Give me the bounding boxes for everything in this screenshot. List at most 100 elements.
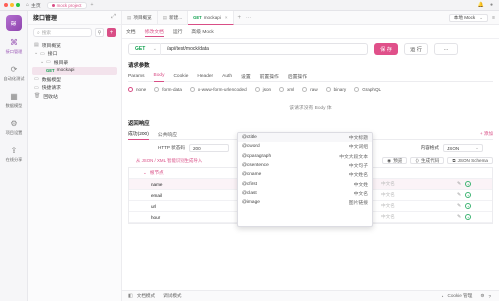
response-tab-1[interactable]: 公共响应 bbox=[158, 129, 177, 140]
more-actions-button[interactable]: … bbox=[434, 43, 458, 55]
mock-option[interactable]: @cparagraph 中文大段文本 bbox=[238, 152, 372, 161]
tree-item[interactable]: ⌄ ▭ 接口 bbox=[32, 50, 117, 59]
rail-item-4[interactable]: ⇪ 在线分享 bbox=[0, 145, 28, 163]
radio-button[interactable] bbox=[189, 87, 195, 92]
field-desc[interactable]: 中文名 bbox=[381, 203, 421, 209]
content-type-select[interactable]: JSON ⌄ bbox=[443, 144, 483, 152]
expand-sidebar-icon[interactable]: ⤢ bbox=[111, 14, 116, 21]
edit-icon[interactable]: ✎ bbox=[457, 203, 461, 209]
mock-option[interactable]: @cword 中文词组 bbox=[238, 142, 372, 151]
subtab-1[interactable]: 修改文档 bbox=[144, 27, 164, 37]
root-expand-icon[interactable]: ⌄ bbox=[143, 170, 147, 176]
subtab-2[interactable]: 运行 bbox=[173, 27, 183, 37]
user-avatar[interactable]: ● bbox=[490, 2, 493, 8]
mock-option[interactable]: @image 图片链接 bbox=[238, 198, 372, 207]
new-window-tab-button[interactable]: + bbox=[91, 2, 94, 8]
param-tab-6[interactable]: 前置操作 bbox=[260, 71, 279, 82]
radio-button[interactable] bbox=[154, 87, 160, 92]
chevron-down-icon[interactable]: ⌄ bbox=[40, 60, 44, 65]
home-icon[interactable]: ⌂ bbox=[26, 2, 29, 8]
body-type-option[interactable]: xml bbox=[279, 87, 294, 92]
json-schema-button[interactable]: ⧉ JSON Schema bbox=[447, 157, 493, 164]
search-input[interactable]: 搜索 bbox=[42, 30, 51, 36]
bell-icon[interactable]: 🔔 bbox=[478, 2, 484, 8]
gen-code-button[interactable]: ⟨⟩ 生成代码 bbox=[410, 157, 445, 164]
home-tab[interactable]: 主页 bbox=[31, 2, 41, 9]
mock-option[interactable]: @csentence 中文句子 bbox=[238, 161, 372, 170]
subtab-0[interactable]: 文档 bbox=[126, 27, 136, 37]
method-select[interactable]: GET ⌄ bbox=[129, 43, 161, 55]
preview-button[interactable]: ◉ 预览 bbox=[382, 157, 408, 164]
chevron-down-icon[interactable]: ⌄ bbox=[34, 51, 38, 56]
save-button[interactable]: 保 存 bbox=[374, 43, 398, 55]
body-type-option[interactable]: binary bbox=[325, 87, 346, 92]
status-mode-0[interactable]: 文档模式 bbox=[137, 293, 155, 299]
response-tab-0[interactable]: 成功(200) bbox=[128, 129, 149, 140]
minimize-window-button[interactable] bbox=[10, 3, 14, 7]
close-window-button[interactable] bbox=[4, 3, 8, 7]
param-tab-1[interactable]: Body bbox=[153, 71, 165, 82]
status-mode-1[interactable]: 调试模式 bbox=[163, 293, 181, 299]
cookie-manager-link[interactable]: Cookie 管理 bbox=[448, 293, 473, 299]
radio-button[interactable] bbox=[325, 87, 331, 92]
mock-option[interactable]: @ctitle 中文标题 bbox=[238, 133, 372, 143]
radio-button[interactable] bbox=[302, 87, 308, 92]
rail-item-0[interactable]: ⌘ 接口管理 bbox=[0, 37, 28, 55]
rail-item-2[interactable]: ▦ 数据模型 bbox=[0, 91, 28, 109]
param-tab-3[interactable]: Header bbox=[197, 71, 213, 82]
close-icon[interactable]: × bbox=[225, 15, 228, 20]
env-select[interactable]: 本地 Mock ⌄ bbox=[448, 13, 489, 22]
radio-button[interactable] bbox=[254, 87, 260, 92]
field-desc[interactable]: 中文名 bbox=[381, 181, 421, 187]
body-type-option[interactable]: json bbox=[254, 87, 271, 92]
sidebar-search-box[interactable]: ⌕ 搜索 bbox=[33, 28, 92, 37]
add-child-icon[interactable]: + bbox=[465, 192, 472, 198]
field-desc[interactable]: 中文名 bbox=[381, 214, 421, 220]
edit-icon[interactable]: ✎ bbox=[457, 181, 461, 187]
project-tab[interactable]: mock project bbox=[46, 1, 87, 9]
body-type-option[interactable]: none bbox=[128, 87, 146, 92]
json-import-link[interactable]: 从 JSON / XML 智能识别生成导入 bbox=[136, 158, 202, 164]
rail-item-1[interactable]: ⟳ 自动化测试 bbox=[0, 64, 28, 82]
tab-2[interactable]: GET mockapi × bbox=[188, 10, 234, 25]
add-child-icon[interactable]: + bbox=[465, 214, 472, 220]
radio-button[interactable] bbox=[128, 87, 133, 92]
http-status-input[interactable]: 200 bbox=[188, 144, 229, 152]
tree-item[interactable]: ▭ 快捷请求 bbox=[32, 84, 117, 93]
help-icon[interactable]: ? bbox=[488, 294, 491, 299]
param-tab-4[interactable]: Auth bbox=[222, 71, 232, 82]
body-type-option[interactable]: raw bbox=[302, 87, 318, 92]
mock-option[interactable]: @clast 中文名 bbox=[238, 189, 372, 198]
mock-option[interactable]: @cname 中文姓名 bbox=[238, 170, 372, 179]
tab-1[interactable]: ▤ 新建... bbox=[158, 10, 189, 25]
tree-item[interactable]: ▭ 数据模型 bbox=[32, 75, 117, 84]
add-item-button[interactable]: + bbox=[107, 28, 116, 37]
edit-icon[interactable]: ✎ bbox=[457, 192, 461, 198]
tree-item[interactable]: 🗑 回收站 bbox=[32, 92, 117, 101]
tab-0[interactable]: ▤ 项目概览 bbox=[122, 10, 158, 25]
settings-icon[interactable]: ⚙ bbox=[480, 293, 484, 299]
tree-item[interactable]: ⌄ ▭ 根目录 bbox=[32, 58, 117, 67]
new-tab-button[interactable]: + bbox=[238, 15, 242, 21]
url-input[interactable]: /api/test/mock/data bbox=[161, 46, 209, 52]
radio-button[interactable] bbox=[354, 87, 360, 92]
layout-icon[interactable]: ◧ bbox=[128, 293, 133, 299]
rail-item-3[interactable]: ⚙ 项目设置 bbox=[0, 118, 28, 136]
param-tab-2[interactable]: Cookie bbox=[173, 71, 188, 82]
menu-icon[interactable]: ≡ bbox=[492, 15, 495, 21]
add-child-icon[interactable]: + bbox=[465, 203, 472, 209]
body-type-option[interactable]: x-www-form-urlencoded bbox=[189, 87, 247, 92]
filter-icon[interactable]: ⚲ bbox=[95, 28, 104, 37]
body-type-option[interactable]: GraphQL bbox=[354, 87, 381, 92]
tree-item[interactable]: ▤ 项目概览 bbox=[32, 41, 117, 50]
run-button[interactable]: 运 行 bbox=[404, 43, 428, 55]
add-response-button[interactable]: + 添加 bbox=[480, 131, 493, 137]
field-desc[interactable]: 中文名 bbox=[381, 192, 421, 198]
edit-icon[interactable]: ✎ bbox=[457, 214, 461, 220]
tree-item[interactable]: GET mockapi bbox=[32, 66, 117, 75]
maximize-window-button[interactable] bbox=[16, 3, 20, 7]
param-tab-0[interactable]: Params bbox=[128, 71, 145, 82]
add-child-icon[interactable]: + bbox=[465, 181, 472, 187]
mock-option[interactable]: @cfirst 中文姓 bbox=[238, 179, 372, 188]
param-tab-7[interactable]: 后置操作 bbox=[288, 71, 307, 82]
